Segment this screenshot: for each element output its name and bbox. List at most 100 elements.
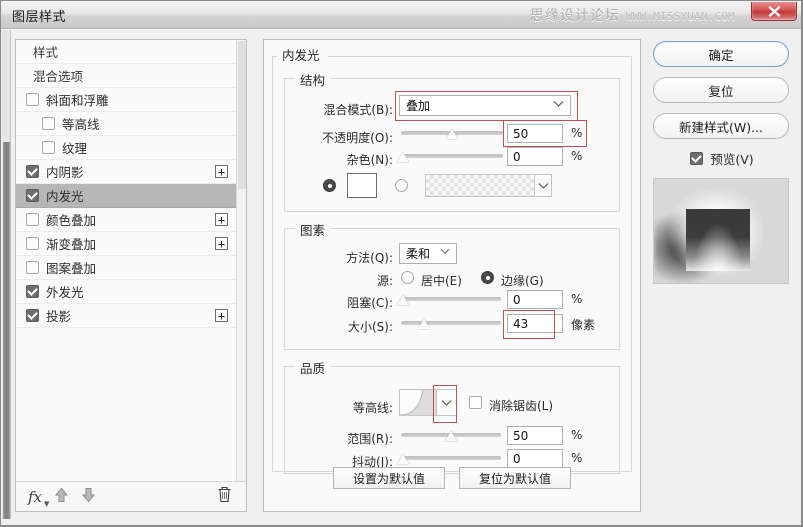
slider-thumb[interactable] <box>445 431 457 441</box>
glow-color-swatch[interactable] <box>347 173 377 198</box>
contour-preview[interactable] <box>399 389 437 416</box>
watermark: 思缘设计论坛 WWW.MISSYUAN.COM <box>530 5 735 25</box>
opacity-input[interactable]: 50 <box>507 124 563 143</box>
fill-color-radio[interactable] <box>323 179 336 192</box>
add-effect-instance-button[interactable]: + <box>215 309 228 322</box>
sidebar-item-6[interactable]: 内发光 <box>16 184 236 208</box>
section-frame-top-left <box>272 56 277 57</box>
sidebar-item-8[interactable]: 渐变叠加 + <box>16 232 236 256</box>
sidebar-item-1[interactable]: 混合选项 <box>16 64 236 88</box>
scrollbar-thumb[interactable] <box>3 142 10 519</box>
fill-gradient-radio[interactable] <box>395 179 408 192</box>
slider-track <box>401 456 501 460</box>
preview-toggle-row[interactable]: 预览(V) <box>653 149 791 168</box>
reset-default-button[interactable]: 复位为默认值 <box>459 467 571 489</box>
new-style-button[interactable]: 新建样式(W)... <box>653 113 789 139</box>
sidebar-item-label: 纹理 <box>62 141 88 156</box>
jitter-input[interactable]: 0 <box>507 449 563 468</box>
jitter-value: 0 <box>513 451 521 466</box>
preview-checkbox[interactable] <box>690 152 704 165</box>
jitter-slider[interactable] <box>397 452 501 466</box>
elements-legend: 图素 <box>295 220 331 239</box>
blend-mode-select[interactable]: 叠加 <box>399 95 571 116</box>
sidebar-item-9[interactable]: 图案叠加 <box>16 256 236 280</box>
elements-group: 图素 方法(Q): 柔和 源: 居中(E) 边缘(G) 阻塞(C): 0 % 大… <box>284 220 620 350</box>
slider-thumb[interactable] <box>397 454 409 464</box>
source-edge-radio[interactable] <box>481 271 494 284</box>
sidebar-item-10[interactable]: 外发光 <box>16 280 236 304</box>
slider-thumb[interactable] <box>418 319 430 329</box>
sidebar-item-0[interactable]: 样式 <box>16 40 236 64</box>
add-effect-instance-button[interactable]: + <box>215 165 228 178</box>
move-up-button[interactable] <box>54 487 69 507</box>
source-edge-label: 边缘(G) <box>501 274 544 288</box>
window-left-scrollbar[interactable] <box>2 30 11 519</box>
choke-slider[interactable] <box>397 293 501 307</box>
technique-label: 方法(Q): <box>346 251 393 265</box>
effect-toggle-checkbox[interactable] <box>26 237 39 250</box>
gradient-preview[interactable] <box>425 174 535 197</box>
reset-button[interactable]: 复位 <box>653 77 789 103</box>
effect-toggle-checkbox[interactable] <box>26 309 39 322</box>
sidebar-item-4[interactable]: 纹理 <box>16 136 236 160</box>
noise-input[interactable]: 0 <box>507 147 563 166</box>
size-label: 大小(S): <box>347 320 393 334</box>
noise-slider[interactable] <box>397 150 503 164</box>
effect-toggle-checkbox[interactable] <box>26 285 39 298</box>
contour-curve-icon <box>400 390 436 415</box>
sidebar-item-5[interactable]: 内阴影 + <box>16 160 236 184</box>
effect-toggle-checkbox[interactable] <box>42 141 55 154</box>
size-slider[interactable] <box>401 317 501 331</box>
watermark-url: WWW.MISSYUAN.COM <box>625 10 735 23</box>
add-effect-instance-button[interactable]: + <box>215 237 228 250</box>
slider-track <box>401 154 503 158</box>
gradient-picker-button[interactable] <box>535 174 552 197</box>
opacity-value: 50 <box>513 126 529 141</box>
source-center-radio[interactable] <box>401 271 414 284</box>
sidebar-item-label: 混合选项 <box>33 69 84 84</box>
effect-toggle-checkbox[interactable] <box>42 117 55 130</box>
move-down-button[interactable] <box>81 487 96 507</box>
range-slider[interactable] <box>401 429 501 443</box>
effect-toggle-checkbox[interactable] <box>26 213 39 226</box>
opacity-unit: % <box>571 126 583 140</box>
slider-thumb[interactable] <box>397 152 409 162</box>
contour-picker-button[interactable] <box>437 389 457 416</box>
jitter-unit: % <box>571 451 583 465</box>
size-input[interactable]: 43 <box>507 314 563 333</box>
noise-value: 0 <box>513 149 521 164</box>
effect-toggle-checkbox[interactable] <box>26 93 39 106</box>
delete-effect-button[interactable] <box>217 486 232 507</box>
structure-group: 结构 混合模式(B): 叠加 不透明度(O): 50 % 杂色(N): 0 % <box>284 70 620 212</box>
slider-thumb[interactable] <box>397 295 409 305</box>
sidebar-item-label: 斜面和浮雕 <box>46 93 109 108</box>
effect-toggle-checkbox[interactable] <box>26 189 39 202</box>
sidebar-item-label: 投影 <box>46 309 72 324</box>
antialias-checkbox[interactable] <box>469 396 482 409</box>
source-center-label: 居中(E) <box>421 274 462 288</box>
close-button[interactable] <box>751 2 797 21</box>
styles-list-scrollbar[interactable] <box>236 40 246 482</box>
sidebar-item-label: 颜色叠加 <box>46 213 97 228</box>
sidebar-item-label: 外发光 <box>46 285 84 300</box>
chevron-down-icon: ▼ <box>44 500 50 508</box>
effect-toggle-checkbox[interactable] <box>26 261 39 274</box>
choke-input[interactable]: 0 <box>507 290 563 309</box>
choke-label: 阻塞(C): <box>347 296 393 310</box>
ok-button[interactable]: 确定 <box>653 41 789 67</box>
add-effect-instance-button[interactable]: + <box>215 213 228 226</box>
sidebar-item-3[interactable]: 等高线 <box>16 112 236 136</box>
choke-unit: % <box>571 292 583 306</box>
sidebar-item-11[interactable]: 投影 + <box>16 304 236 328</box>
effect-toggle-checkbox[interactable] <box>26 165 39 178</box>
range-input[interactable]: 50 <box>507 426 563 445</box>
styles-scrollbar-thumb[interactable] <box>238 41 246 189</box>
sidebar-item-7[interactable]: 颜色叠加 + <box>16 208 236 232</box>
fx-menu-button[interactable]: fx ▼ <box>28 487 49 508</box>
make-default-button[interactable]: 设置为默认值 <box>333 467 445 489</box>
styles-list[interactable]: 样式 混合选项 斜面和浮雕 等高线 纹理 内阴影 + 内发光 颜色叠加 + 渐变叠加 + 图案叠加 外发光… <box>16 40 236 482</box>
opacity-slider[interactable] <box>401 127 503 141</box>
slider-thumb[interactable] <box>446 129 458 139</box>
technique-select[interactable]: 柔和 <box>399 243 457 264</box>
sidebar-item-2[interactable]: 斜面和浮雕 <box>16 88 236 112</box>
